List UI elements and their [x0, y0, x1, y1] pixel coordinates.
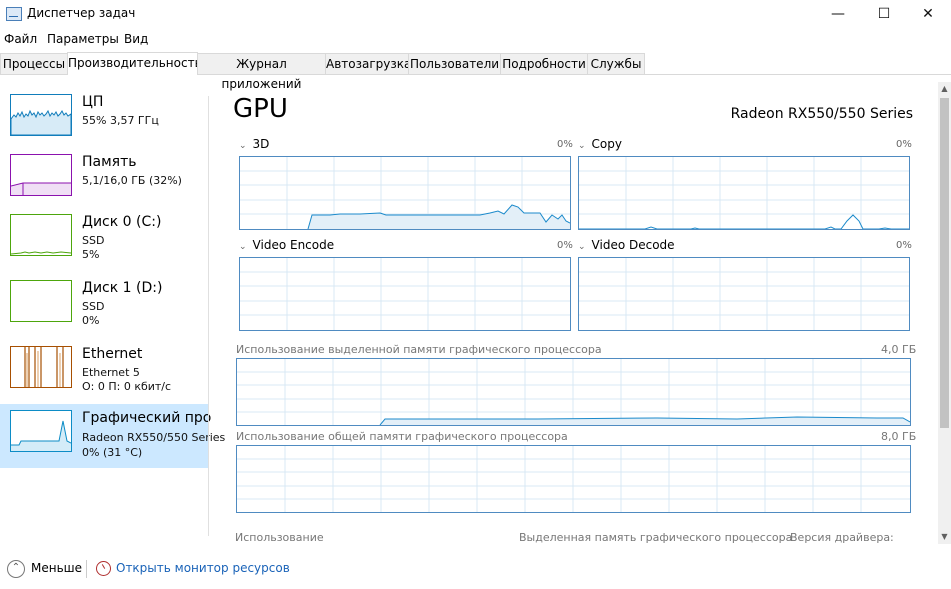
sidebar-item-ethernet[interactable]: Ethernet Ethernet 5 О: 0 П: 0 кбит/с: [0, 340, 208, 404]
sidebar-item-title: ЦП: [82, 94, 104, 110]
tab-app-history[interactable]: Журнал приложений: [197, 53, 326, 91]
engine-label: Video Decode: [591, 238, 675, 252]
gpu-model-name: Radeon RX550/550 Series: [730, 106, 913, 122]
sidebar-item-disk-1[interactable]: Диск 1 (D:) SSD 0%: [0, 274, 208, 338]
footer-bar: ⌃ Меньше Открыть монитор ресурсов: [0, 553, 951, 589]
vertical-scrollbar[interactable]: ▲ ▼: [938, 82, 951, 544]
sidebar-item-title: Графический про: [82, 410, 212, 426]
shared-memory-max: 8,0 ГБ: [881, 430, 917, 443]
tab-details[interactable]: Подробности: [500, 53, 588, 74]
sidebar-item-title: Диск 0 (C:): [82, 214, 162, 230]
engine-selector-copy[interactable]: ⌄ Copy: [578, 137, 622, 151]
engine-selector-video-encode[interactable]: ⌄ Video Encode: [239, 238, 334, 252]
engine-percent: 0%: [896, 139, 912, 150]
chevron-up-icon[interactable]: ⌃: [7, 560, 25, 578]
sidebar-item-detail: 5%: [82, 248, 100, 261]
tab-performance[interactable]: Производительность: [67, 52, 202, 75]
sidebar-item-detail: О: 0 П: 0 кбит/с: [82, 380, 172, 393]
engine-percent: 0%: [896, 240, 912, 251]
cpu-thumbnail-graph: [10, 94, 72, 136]
disk-1-thumbnail-graph: [10, 280, 72, 322]
menu-bar: Файл Параметры Вид: [0, 29, 951, 49]
engine-label: 3D: [252, 137, 270, 151]
sidebar-item-title: Диск 1 (D:): [82, 280, 163, 296]
engine-video-decode-graph: [578, 257, 910, 331]
sidebar-item-detail: 5,1/16,0 ГБ (32%): [82, 174, 182, 187]
engine-3d-graph: [239, 156, 571, 230]
memory-thumbnail-graph: [10, 154, 72, 196]
engine-copy-graph: [578, 156, 910, 230]
engine-label: Video Encode: [252, 238, 335, 252]
chevron-down-icon: ⌄: [239, 242, 247, 252]
sidebar-item-detail: 55% 3,57 ГГц: [82, 114, 159, 127]
sidebar-item-cpu[interactable]: ЦП 55% 3,57 ГГц: [0, 88, 208, 152]
tab-bar: Процессы Производительность Журнал прило…: [0, 52, 951, 91]
tab-startup[interactable]: Автозагрузка: [325, 53, 411, 74]
sidebar-item-disk-0[interactable]: Диск 0 (C:) SSD 5%: [0, 208, 208, 272]
open-resource-monitor-link[interactable]: Открыть монитор ресурсов: [116, 561, 290, 575]
tab-services[interactable]: Службы: [587, 53, 645, 74]
tab-processes[interactable]: Процессы: [0, 53, 68, 74]
sidebar-item-title: Память: [82, 154, 137, 170]
sidebar-item-detail: Radeon RX550/550 Series: [82, 431, 226, 444]
sidebar-divider: [208, 96, 209, 536]
dedicated-memory-graph: [236, 358, 911, 426]
menu-view[interactable]: Вид: [124, 32, 148, 46]
sidebar-item-title: Ethernet: [82, 346, 143, 362]
sidebar-item-detail: Ethernet 5: [82, 366, 140, 379]
dedicated-memory-max: 4,0 ГБ: [881, 343, 917, 356]
engine-video-encode-graph: [239, 257, 571, 331]
shared-memory-graph: [236, 445, 911, 513]
engine-selector-3d[interactable]: ⌄ 3D: [239, 137, 269, 151]
gpu-thumbnail-graph: [10, 410, 72, 452]
engine-selector-video-decode[interactable]: ⌄ Video Decode: [578, 238, 675, 252]
scroll-down-icon[interactable]: ▼: [938, 530, 951, 544]
close-button[interactable]: ✕: [905, 0, 951, 28]
sidebar-item-detail: SSD: [82, 300, 105, 313]
chevron-down-icon: ⌄: [578, 242, 586, 252]
scroll-thumb[interactable]: [940, 98, 949, 428]
chevron-down-icon: ⌄: [578, 141, 586, 151]
maximize-button[interactable]: ☐: [861, 0, 907, 28]
menu-options[interactable]: Параметры: [47, 32, 119, 46]
performance-sidebar: ЦП 55% 3,57 ГГц Память 5,1/16,0 ГБ (32%)…: [0, 88, 225, 528]
page-title: GPU: [233, 94, 288, 124]
engine-percent: 0%: [557, 240, 573, 251]
minimize-button[interactable]: —: [815, 0, 861, 28]
disk-0-thumbnail-graph: [10, 214, 72, 256]
tab-users[interactable]: Пользователи: [408, 53, 501, 74]
engine-percent: 0%: [557, 139, 573, 150]
chevron-down-icon: ⌄: [239, 141, 247, 151]
driver-version-label: Версия драйвера:: [790, 531, 894, 544]
menu-file[interactable]: Файл: [4, 32, 37, 46]
dedicated-memory-label: Использование выделенной памяти графичес…: [236, 343, 602, 356]
sidebar-item-memory[interactable]: Память 5,1/16,0 ГБ (32%): [0, 148, 208, 212]
engine-label: Copy: [591, 137, 622, 151]
sidebar-item-detail: 0%: [82, 314, 100, 327]
footer-divider: [86, 560, 87, 578]
task-manager-icon: [6, 7, 22, 21]
fewer-details-button[interactable]: Меньше: [31, 561, 82, 575]
ethernet-thumbnail-graph: [10, 346, 72, 388]
sidebar-item-detail: SSD: [82, 234, 105, 247]
window-title: Диспетчер задач: [27, 6, 136, 20]
sidebar-item-gpu[interactable]: Графический про Radeon RX550/550 Series …: [0, 404, 225, 468]
usage-label: Использование: [235, 531, 324, 544]
resource-monitor-icon: [96, 561, 111, 576]
shared-memory-label: Использование общей памяти графического …: [236, 430, 568, 443]
sidebar-item-detail: 0% (31 °C): [82, 446, 143, 459]
scroll-up-icon[interactable]: ▲: [938, 82, 951, 96]
title-bar: Диспетчер задач — ☐ ✕: [0, 0, 951, 28]
dedicated-memory-stat-label: Выделенная память графического процессор…: [519, 531, 793, 544]
